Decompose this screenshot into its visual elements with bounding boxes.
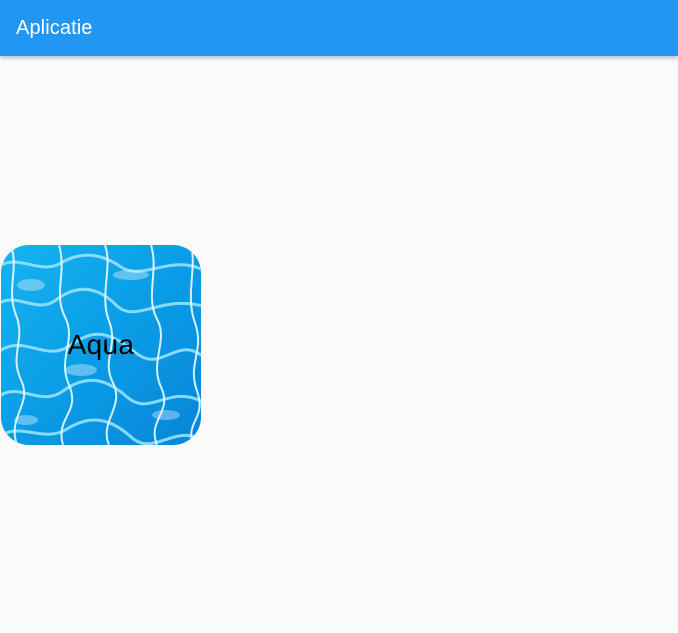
app-title: Aplicatie [16, 16, 93, 39]
app-bar: Aplicatie [0, 0, 678, 56]
aqua-tile[interactable]: Aqua [1, 245, 201, 445]
tile-label: Aqua [67, 329, 135, 360]
content-area: Aqua [0, 56, 678, 633]
